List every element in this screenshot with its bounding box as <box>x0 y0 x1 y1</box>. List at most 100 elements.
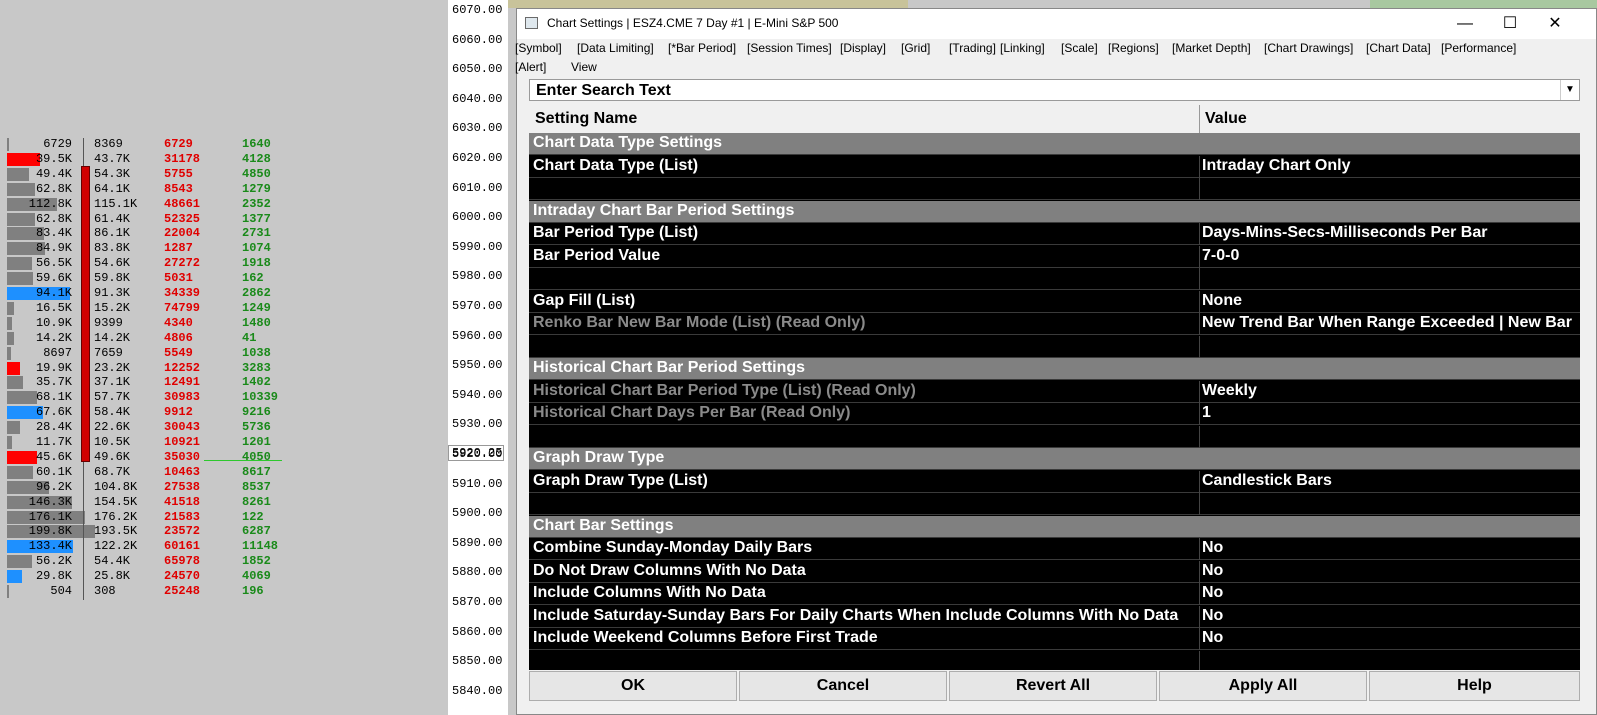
setting-value[interactable]: No <box>1202 607 1223 625</box>
profile-row: 35.7K 37.1K 12491 1402 <box>0 375 448 390</box>
profile-value: 1279 <box>242 181 271 196</box>
profile-value: 4069 <box>242 569 271 584</box>
title-bar[interactable]: Chart Settings | ESZ4.CME 7 Day #1 | E-M… <box>517 9 1596 39</box>
profile-value: 8537 <box>242 479 271 494</box>
profile-value: 5755 <box>164 166 193 181</box>
chevron-down-icon[interactable]: ▼ <box>1560 80 1579 100</box>
profile-value: 27538 <box>164 479 201 494</box>
revert-all-button[interactable]: Revert All <box>949 671 1157 701</box>
settings-row[interactable]: Combine Sunday-Monday Daily Bars No <box>529 538 1580 560</box>
settings-row[interactable]: Bar Period Value 7-0-0 <box>529 245 1580 268</box>
cancel-button[interactable]: Cancel <box>739 671 947 701</box>
profile-value: 65978 <box>164 554 201 569</box>
profile-value: 29.8K <box>35 569 72 584</box>
setting-name: Historical Chart Days Per Bar (Read Only… <box>533 404 851 421</box>
setting-value[interactable]: 7-0-0 <box>1202 247 1239 265</box>
menu-item[interactable]: [Symbol] <box>515 41 562 55</box>
settings-row[interactable]: Chart Data Type (List) Intraday Chart Onl… <box>529 155 1580 178</box>
menu-item[interactable]: [Display] <box>840 41 886 55</box>
profile-value: 4050 <box>242 449 271 464</box>
minimize-button[interactable]: — <box>1442 9 1488 39</box>
settings-row[interactable]: Bar Period Type (List) Days-Mins-Secs-Mil… <box>529 223 1580 245</box>
setting-value[interactable]: Candlestick Bars <box>1202 472 1332 490</box>
profile-value: 74799 <box>164 300 201 315</box>
price-tick-label: 6050.00 <box>452 62 503 77</box>
profile-value: 4850 <box>242 166 271 181</box>
profile-value: 49.4K <box>35 166 72 181</box>
setting-value: 1 <box>1202 404 1211 421</box>
profile-value: 91.3K <box>94 286 131 300</box>
price-tick-label: 5990.00 <box>452 239 503 254</box>
price-tick-label: 5980.00 <box>452 269 503 284</box>
setting-value[interactable]: No <box>1202 562 1223 580</box>
setting-name: Combine Sunday-Monday Daily Bars <box>533 539 813 556</box>
settings-row[interactable]: Do Not Draw Columns With No Data No <box>529 560 1580 583</box>
menu-item[interactable]: [Session Times] <box>747 41 832 55</box>
price-tick-label: 5920.00 <box>452 447 503 461</box>
profile-value: 48661 <box>164 196 201 211</box>
menu-item[interactable]: [Chart Data] <box>1366 41 1431 55</box>
profile-value: 27272 <box>164 256 201 271</box>
price-tick-label: 6060.00 <box>452 32 503 47</box>
menu-item[interactable]: [*Bar Period] <box>668 41 736 55</box>
price-tick-label: 5870.00 <box>452 595 503 609</box>
settings-row[interactable]: Include Columns With No Data No <box>529 583 1580 605</box>
setting-value[interactable]: Intraday Chart Only <box>1202 157 1350 175</box>
setting-name: Bar Period Value <box>533 246 661 264</box>
setting-value[interactable]: No <box>1202 629 1223 647</box>
setting-name: Chart Data Type (List) <box>533 156 699 174</box>
price-tick-label: 5910.00 <box>452 476 503 491</box>
settings-row[interactable]: Graph Draw Type (List) Candlestick Bars <box>529 470 1580 493</box>
close-button[interactable]: ✕ <box>1532 9 1578 39</box>
setting-value[interactable]: No <box>1202 539 1223 557</box>
menu-item[interactable]: [Market Depth] <box>1172 41 1251 55</box>
profile-row: 60.1K 68.7K 10463 8617 <box>0 465 448 480</box>
profile-value: 59.6K <box>35 271 72 286</box>
column-header-value[interactable]: Value <box>1205 110 1247 128</box>
settings-row[interactable]: Include Weekend Columns Before First Tra… <box>529 628 1580 650</box>
menu-item[interactable]: [Data Limiting] <box>577 41 654 55</box>
menu-item[interactable]: [Alert] <box>515 60 546 74</box>
profile-value: 45.6K <box>35 449 72 464</box>
profile-value: 10.9K <box>35 315 72 330</box>
menu-item[interactable]: [Trading] <box>949 41 996 55</box>
profile-row: 83.4K 86.1K 22004 2731 <box>0 226 448 241</box>
menu-item[interactable]: [Chart Drawings] <box>1264 41 1353 55</box>
profile-value: 162 <box>242 271 264 286</box>
profile-value: 41518 <box>164 494 201 509</box>
menu-item[interactable]: [Grid] <box>901 41 930 55</box>
search-input[interactable]: Enter Search Text ▼ <box>529 79 1580 101</box>
setting-name: Graph Draw Type (List) <box>533 471 708 489</box>
profile-value: 1402 <box>242 375 271 390</box>
profile-value: 8617 <box>242 464 271 479</box>
profile-row: 62.8K 64.1K 8543 1279 <box>0 182 448 197</box>
profile-value: 14.2K <box>35 330 72 345</box>
menu-item[interactable]: [Performance] <box>1441 41 1516 55</box>
profile-value: 30043 <box>164 420 201 435</box>
profile-value: 94.1K <box>35 286 72 300</box>
menu-item[interactable]: [Regions] <box>1108 41 1159 55</box>
volume-bar <box>7 346 11 360</box>
menu-item[interactable]: View <box>571 60 597 74</box>
menu-item[interactable]: [Scale] <box>1061 41 1098 55</box>
profile-value: 6287 <box>242 524 271 539</box>
settings-row[interactable]: Gap Fill (List) None <box>529 290 1580 313</box>
apply-all-button[interactable]: Apply All <box>1159 671 1367 701</box>
setting-value[interactable]: No <box>1202 584 1223 602</box>
profile-value: 122.2K <box>94 539 138 554</box>
column-header-setting-name[interactable]: Setting Name <box>535 110 637 128</box>
profile-value: 1640 <box>242 137 271 151</box>
profile-row: 14.2K 14.2K 4806 41 <box>0 331 448 346</box>
help-button[interactable]: Help <box>1369 671 1580 701</box>
settings-row[interactable]: Include Saturday-Sunday Bars For Daily C… <box>529 605 1580 628</box>
profile-value: 12491 <box>164 375 201 390</box>
profile-row: 67.6K 58.4K 9912 9216 <box>0 405 448 420</box>
ok-button[interactable]: OK <box>529 671 737 701</box>
settings-row <box>529 335 1580 358</box>
setting-value[interactable]: None <box>1202 292 1242 310</box>
maximize-button[interactable]: ☐ <box>1487 9 1533 39</box>
profile-value: 16.5K <box>35 300 72 315</box>
price-tick-label: 5840.00 <box>452 683 503 698</box>
setting-value[interactable]: Days-Mins-Secs-Milliseconds Per Bar <box>1202 224 1487 242</box>
menu-item[interactable]: [Linking] <box>1000 41 1045 55</box>
